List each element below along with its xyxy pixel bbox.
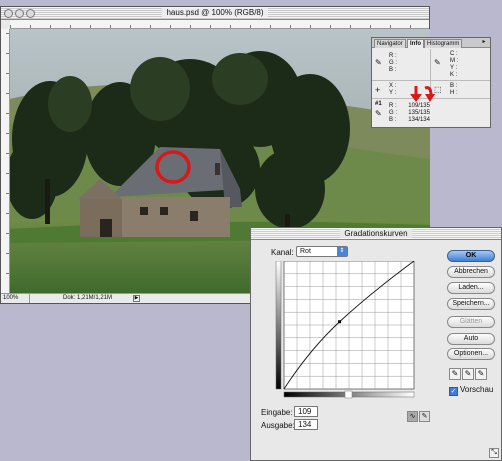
preview-checkbox[interactable]: ✓ Vorschau bbox=[449, 385, 493, 396]
save-button[interactable]: Speichern... bbox=[447, 298, 495, 310]
color-sampler-icon[interactable]: ✎ bbox=[375, 109, 382, 118]
document-titlebar[interactable]: haus.psd @ 100% (RGB/8) bbox=[1, 7, 429, 20]
curve-tool-group: ∿ ✎ bbox=[407, 411, 431, 422]
xy-labels: X : Y : bbox=[389, 83, 397, 96]
output-value-field[interactable]: 134 bbox=[294, 419, 318, 430]
cmyk-labels: C : M : Y : K : bbox=[450, 51, 459, 78]
checkmark-icon[interactable]: ✓ bbox=[449, 387, 458, 396]
channel-select[interactable]: Rot ⇕ bbox=[296, 246, 348, 257]
curve-point-tool-icon[interactable]: ∿ bbox=[407, 411, 418, 422]
palette-menu-icon[interactable]: ▸ bbox=[480, 39, 488, 47]
status-menu-arrow-icon[interactable]: ▶ bbox=[133, 295, 140, 302]
info-palette: Navigator Info Histogramm ▸ ✎ R : G : B … bbox=[371, 37, 491, 128]
black-point-eyedropper-icon[interactable]: ✎ bbox=[449, 368, 461, 380]
info-color-section: ✎ R : G : B : ✎ C : M : Y : K : bbox=[372, 49, 490, 81]
resize-grip-icon[interactable]: ⤡ bbox=[489, 448, 499, 458]
eyedropper-icon[interactable]: ✎ bbox=[375, 58, 382, 67]
document-title: haus.psd @ 100% (RGB/8) bbox=[162, 8, 268, 17]
zoom-level[interactable]: 100% bbox=[3, 294, 18, 303]
preview-label: Vorschau bbox=[460, 385, 494, 394]
curve-control-point bbox=[338, 320, 342, 324]
auto-button[interactable]: Auto bbox=[447, 333, 495, 345]
tab-navigator[interactable]: Navigator bbox=[374, 39, 406, 48]
selection-size-icon: ⬚ bbox=[434, 85, 442, 94]
eyedropper-cmyk-icon[interactable]: ✎ bbox=[434, 58, 441, 67]
sampler-id: #1 bbox=[375, 101, 382, 107]
ok-button[interactable]: OK bbox=[447, 250, 495, 262]
red-arrow-annotation-right bbox=[424, 86, 435, 102]
channel-label: Kanal: bbox=[271, 248, 294, 257]
crosshair-icon: + bbox=[375, 85, 381, 95]
chevron-updown-icon: ⇕ bbox=[337, 247, 347, 256]
vertical-ruler[interactable] bbox=[1, 29, 10, 294]
output-gradient-bar bbox=[275, 261, 282, 390]
red-arrow-annotation-left bbox=[410, 86, 422, 102]
info-sampler-section: #1 ✎ R : G : B : 109/135 135/135 134/134 bbox=[372, 99, 490, 127]
wh-labels: B : H : bbox=[450, 83, 458, 96]
output-label: Ausgabe: bbox=[261, 421, 295, 430]
rgb-labels: R : G : B : bbox=[389, 53, 398, 73]
horizontal-ruler[interactable] bbox=[10, 20, 429, 29]
tab-histogram[interactable]: Histogramm bbox=[424, 39, 463, 48]
curves-titlebar[interactable]: Gradationskurven bbox=[251, 228, 501, 240]
sampler-values: 109/135 135/135 134/134 bbox=[408, 103, 430, 123]
options-button[interactable]: Optionen... bbox=[447, 348, 495, 360]
input-value-field[interactable]: 109 bbox=[294, 406, 318, 417]
smooth-button[interactable]: Glätten bbox=[447, 316, 495, 328]
gradient-toggle-icon bbox=[344, 390, 353, 399]
pencil-tool-icon[interactable]: ✎ bbox=[419, 411, 430, 422]
document-size: Dok: 1,21M/1,21M bbox=[63, 295, 113, 301]
curves-title: Gradationskurven bbox=[340, 229, 412, 238]
white-point-eyedropper-icon[interactable]: ✎ bbox=[475, 368, 487, 380]
load-button[interactable]: Laden... bbox=[447, 282, 495, 294]
channel-value: Rot bbox=[300, 248, 311, 255]
gray-point-eyedropper-icon[interactable]: ✎ bbox=[462, 368, 474, 380]
sampler-labels: R : G : B : bbox=[389, 103, 398, 123]
palette-tab-bar: Navigator Info Histogramm ▸ bbox=[372, 38, 490, 48]
eyedropper-group: ✎ ✎ ✎ bbox=[449, 368, 488, 380]
curve-graph[interactable] bbox=[275, 261, 445, 406]
input-label: Eingabe: bbox=[261, 408, 293, 417]
cancel-button[interactable]: Abbrechen bbox=[447, 266, 495, 278]
curves-dialog: Gradationskurven Kanal: Rot ⇕ Eingabe: 1… bbox=[250, 227, 502, 461]
tab-info[interactable]: Info bbox=[407, 39, 424, 48]
